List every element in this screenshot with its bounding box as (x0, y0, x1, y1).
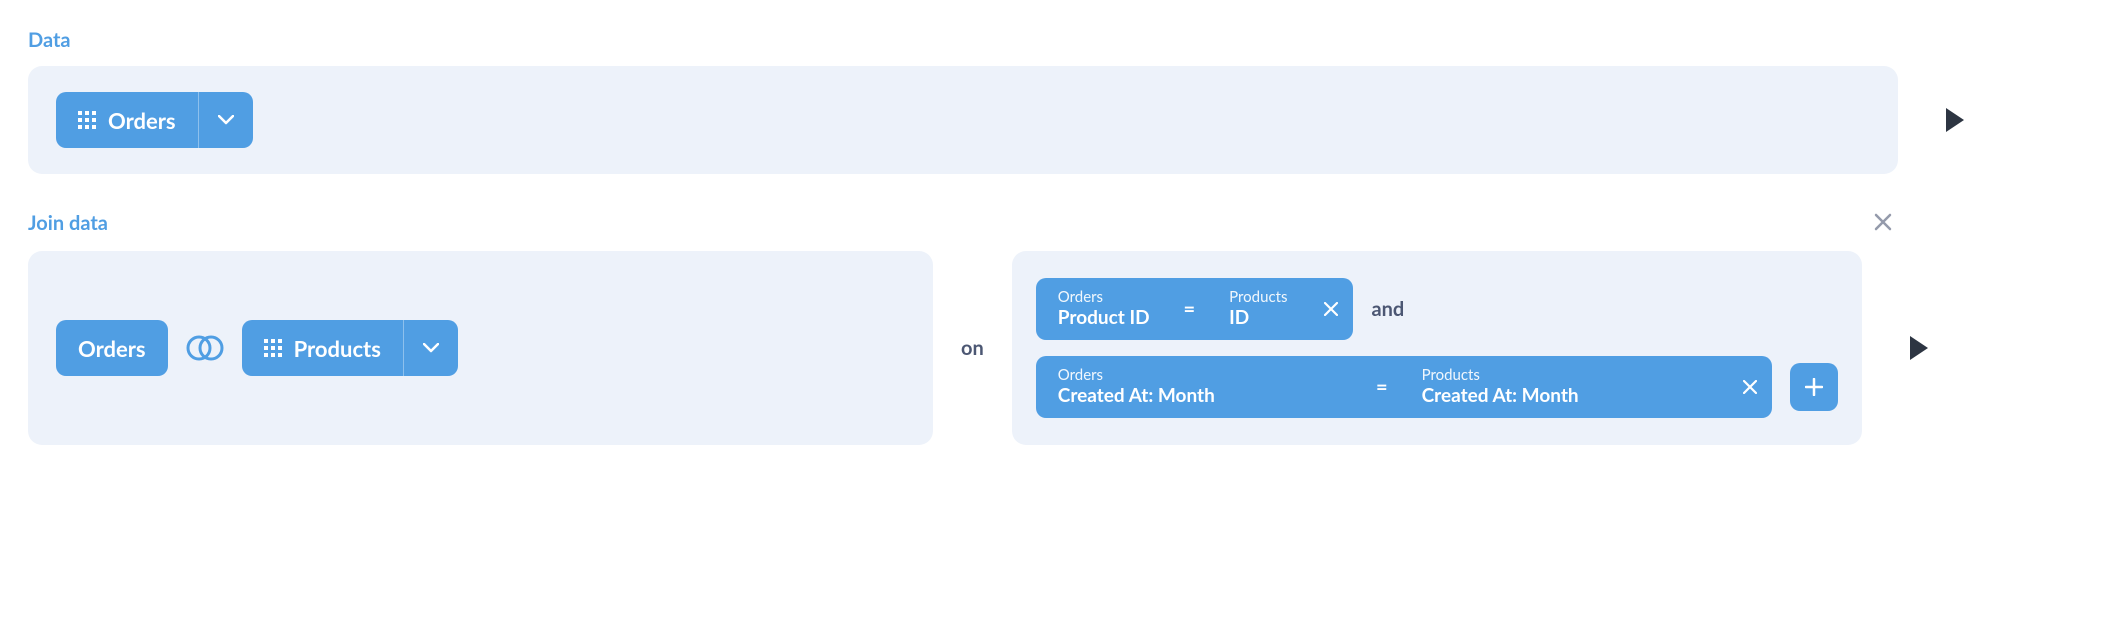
condition-operator[interactable]: = (1172, 278, 1208, 340)
table-icon (264, 339, 282, 357)
join-left-table-label: Orders (78, 335, 146, 362)
remove-condition-button[interactable] (1309, 278, 1353, 340)
join-condition-row: Orders Product ID = Products ID (1036, 278, 1838, 340)
and-label: and (1371, 297, 1404, 321)
condition-left-part[interactable]: Orders Product ID (1036, 278, 1172, 340)
add-condition-button[interactable] (1790, 363, 1838, 411)
data-panel: Orders (28, 66, 1898, 174)
condition-right-part[interactable]: Products Created At: Month (1400, 356, 1728, 418)
join-condition-pill[interactable]: Orders Created At: Month = Products Crea… (1036, 356, 1772, 418)
condition-right-field: ID (1229, 307, 1287, 329)
join-right-table-label: Products (294, 335, 381, 362)
run-query-button[interactable] (1946, 108, 1964, 132)
join-conditions-panel: Orders Product ID = Products ID (1012, 251, 1862, 445)
condition-right-table: Products (1229, 289, 1287, 306)
join-right-table-columns-chevron[interactable] (404, 320, 458, 376)
source-table-pill[interactable]: Orders (56, 92, 253, 148)
join-right-table-pill[interactable]: Products (242, 320, 458, 376)
plus-icon (1805, 378, 1823, 396)
run-query-button[interactable] (1910, 336, 1928, 360)
condition-left-part[interactable]: Orders Created At: Month (1036, 356, 1364, 418)
join-left-table-pill[interactable]: Orders (56, 320, 168, 376)
condition-operator[interactable]: = (1364, 356, 1400, 418)
chevron-down-icon (218, 115, 234, 125)
join-type-button[interactable] (184, 327, 226, 369)
condition-left-field: Product ID (1058, 307, 1150, 329)
condition-left-table: Orders (1058, 367, 1342, 384)
data-section: Data Orders (28, 28, 2084, 174)
source-table-main[interactable]: Orders (56, 92, 198, 148)
data-section-label: Data (28, 28, 71, 52)
remove-condition-button[interactable] (1728, 356, 1772, 418)
source-table-columns-chevron[interactable] (199, 92, 253, 148)
chevron-down-icon (423, 343, 439, 353)
close-icon (1743, 380, 1757, 394)
remove-join-button[interactable] (1874, 208, 1898, 237)
join-right-table-main[interactable]: Products (242, 320, 403, 376)
join-section: Join data Orders (28, 208, 2084, 445)
condition-right-table: Products (1422, 367, 1706, 384)
source-table-label: Orders (108, 107, 176, 134)
join-condition-row: Orders Created At: Month = Products Crea… (1036, 356, 1838, 418)
condition-left-field: Created At: Month (1058, 385, 1342, 407)
table-icon (78, 111, 96, 129)
join-section-label: Join data (28, 211, 108, 235)
join-tables-panel: Orders (28, 251, 933, 445)
condition-right-field: Created At: Month (1422, 385, 1706, 407)
on-label: on (961, 336, 984, 360)
condition-left-table: Orders (1058, 289, 1150, 306)
venn-icon (185, 333, 225, 363)
condition-right-part[interactable]: Products ID (1207, 278, 1309, 340)
join-condition-pill[interactable]: Orders Product ID = Products ID (1036, 278, 1354, 340)
close-icon (1324, 302, 1338, 316)
